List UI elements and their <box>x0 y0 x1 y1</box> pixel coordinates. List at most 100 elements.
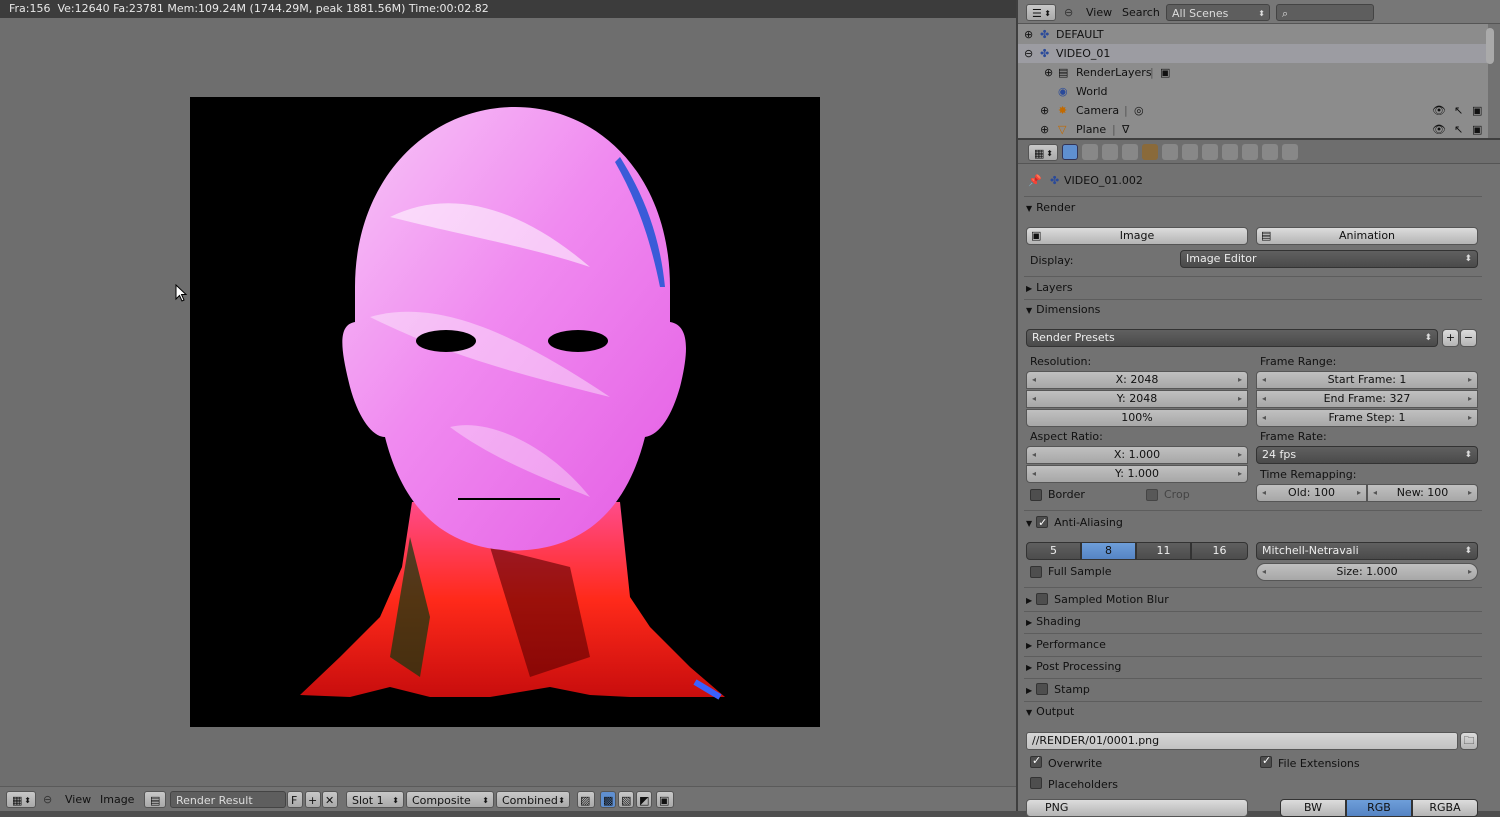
aa-samples-16[interactable]: 16 <box>1191 542 1248 560</box>
end-frame-field[interactable]: ◂ End Frame: 327 ▸ <box>1256 390 1478 408</box>
world-tab-icon[interactable] <box>1122 144 1138 160</box>
anti-aliasing-checkbox[interactable] <box>1036 514 1049 532</box>
stamp-checkbox[interactable] <box>1036 683 1049 695</box>
resolution-y-field[interactable]: ◂ Y: 2048 ▸ <box>1026 390 1248 408</box>
output-panel-header[interactable]: ▼ Output <box>1026 703 1074 721</box>
file-extensions-checkbox[interactable] <box>1260 754 1272 768</box>
aa-filter-select[interactable]: Mitchell-Netravali ⬍ <box>1256 542 1478 560</box>
start-frame-field[interactable]: ◂ Start Frame: 1 ▸ <box>1256 371 1478 389</box>
texture-tab-icon[interactable] <box>1242 144 1258 160</box>
aa-filter-size-field[interactable]: ◂ Size: 1.000 ▸ <box>1256 563 1478 581</box>
resolution-percentage-slider[interactable]: 100% <box>1026 409 1248 427</box>
scene-tab-icon[interactable] <box>1102 144 1118 160</box>
scene-filter-select[interactable]: All Scenes ⬍ <box>1166 4 1270 21</box>
aa-samples-5[interactable]: 5 <box>1026 542 1081 560</box>
pin-icon[interactable]: 📌 <box>1028 174 1042 188</box>
color-mode-bw[interactable]: BW <box>1280 799 1346 817</box>
render-tab-icon[interactable] <box>1062 144 1078 160</box>
image-name-field[interactable]: Render Result <box>170 791 286 808</box>
render-animation-button[interactable]: ▤ Animation <box>1256 227 1478 245</box>
collapse-icon[interactable]: ⊖ <box>1024 44 1033 63</box>
dimensions-panel-header[interactable]: ▼ Dimensions <box>1026 301 1100 319</box>
modifiers-wrench-icon[interactable] <box>1182 144 1198 160</box>
outliner-search-input[interactable]: ⌕ <box>1276 4 1374 21</box>
add-preset-icon[interactable]: + <box>1442 329 1459 347</box>
image-browse-button[interactable]: ▤ <box>144 791 166 808</box>
remove-preset-icon[interactable]: − <box>1460 329 1477 347</box>
visibility-eye-icon[interactable]: 👁 <box>1432 120 1446 139</box>
material-tab-icon[interactable] <box>1222 144 1238 160</box>
composite-select[interactable]: Composite ⬍ <box>406 791 494 808</box>
collapse-menu-icon[interactable]: ⊖ <box>43 791 52 808</box>
outliner-editor-type-button[interactable]: ☰ ⬍ <box>1026 4 1056 21</box>
image-viewport[interactable] <box>0 18 1016 786</box>
checker-display-icon[interactable]: ▩ <box>600 791 616 808</box>
select-cursor-icon[interactable]: ↖ <box>1454 101 1463 120</box>
render-panel-header[interactable]: ▼ Render <box>1026 199 1075 217</box>
shading-panel-header[interactable]: ▶ Shading <box>1026 613 1081 631</box>
object-tab-icon[interactable] <box>1142 144 1158 160</box>
performance-panel-header[interactable]: ▶ Performance <box>1026 636 1106 654</box>
outliner-row-renderlayers[interactable]: ⊕ ▤ RenderLayers | ▣ <box>1018 63 1488 82</box>
aa-samples-8[interactable]: 8 <box>1081 542 1136 560</box>
visibility-eye-icon[interactable]: 👁 <box>1432 101 1446 120</box>
outliner-row-default[interactable]: ⊕ ✤ DEFAULT <box>1018 25 1488 44</box>
frame-rate-select[interactable]: 24 fps ⬍ <box>1256 446 1478 464</box>
slot-select[interactable]: Slot 1 ⬍ <box>346 791 404 808</box>
render-layers-tab-icon[interactable] <box>1082 144 1098 160</box>
render-presets-select[interactable]: Render Presets ⬍ <box>1026 329 1438 347</box>
outliner-scrollbar[interactable] <box>1486 28 1494 64</box>
new-image-icon[interactable]: + <box>305 791 321 808</box>
particles-tab-icon[interactable] <box>1262 144 1278 160</box>
post-processing-panel-header[interactable]: ▶ Post Processing <box>1026 658 1121 676</box>
properties-editor-type-button[interactable]: ▦ ⬍ <box>1028 144 1058 161</box>
z-buffer-icon[interactable]: ◩ <box>636 791 652 808</box>
expand-icon[interactable]: ⊕ <box>1044 63 1053 82</box>
color-mode-rgb[interactable]: RGB <box>1346 799 1412 817</box>
menu-image[interactable]: Image <box>100 791 134 808</box>
pin-image-icon[interactable]: ▣ <box>656 791 674 808</box>
fake-user-button[interactable]: F <box>287 791 303 808</box>
motion-blur-checkbox[interactable] <box>1036 593 1049 605</box>
expand-icon[interactable]: ⊕ <box>1040 101 1049 120</box>
render-image-button[interactable]: ▣ Image <box>1026 227 1248 245</box>
unlink-image-icon[interactable]: ✕ <box>322 791 338 808</box>
menu-view[interactable]: View <box>65 791 91 808</box>
outliner-menu-view[interactable]: View <box>1086 4 1112 21</box>
render-camera-icon[interactable]: ▣ <box>1472 120 1482 139</box>
aa-samples-11[interactable]: 11 <box>1136 542 1191 560</box>
frame-step-field[interactable]: ◂ Frame Step: 1 ▸ <box>1256 409 1478 427</box>
draw-channels-icon[interactable]: ▨ <box>577 791 595 808</box>
constraints-tab-icon[interactable] <box>1162 144 1178 160</box>
output-path-field[interactable]: //RENDER/01/0001.png <box>1026 732 1458 750</box>
anti-aliasing-panel-header[interactable]: ▼ Anti-Aliasing <box>1026 514 1123 532</box>
border-checkbox[interactable] <box>1030 489 1042 501</box>
resolution-x-field[interactable]: ◂ X: 2048 ▸ <box>1026 371 1248 389</box>
outliner-row-video01[interactable]: ⊖ ✤ VIDEO_01 <box>1018 44 1488 63</box>
crop-checkbox[interactable] <box>1146 489 1158 501</box>
physics-tab-icon[interactable] <box>1282 144 1298 160</box>
color-mode-rgba[interactable]: RGBA <box>1412 799 1478 817</box>
time-remap-old-field[interactable]: ◂ Old: 100 ▸ <box>1256 484 1367 502</box>
aspect-x-field[interactable]: ◂ X: 1.000 ▸ <box>1026 446 1248 464</box>
overwrite-checkbox[interactable] <box>1030 754 1042 768</box>
time-remap-new-field[interactable]: ◂ New: 100 ▸ <box>1367 484 1478 502</box>
pass-select[interactable]: Combined ⬍ <box>496 791 570 808</box>
folder-browse-icon[interactable]: 🗀 <box>1460 732 1478 750</box>
alpha-display-icon[interactable]: ▧ <box>618 791 634 808</box>
outliner-row-world[interactable]: ◉ World <box>1018 82 1488 101</box>
outliner-menu-search[interactable]: Search <box>1122 4 1160 21</box>
motion-blur-panel-header[interactable]: ▶ Sampled Motion Blur <box>1026 591 1169 609</box>
stamp-panel-header[interactable]: ▶ Stamp <box>1026 681 1090 699</box>
file-format-select[interactable]: PNG <box>1026 799 1248 817</box>
display-select[interactable]: Image Editor ⬍ <box>1180 250 1478 268</box>
render-camera-icon[interactable]: ▣ <box>1472 101 1482 120</box>
expand-icon[interactable]: ⊕ <box>1040 120 1049 139</box>
collapse-menu-icon[interactable]: ⊖ <box>1064 4 1073 21</box>
editor-type-button[interactable]: ▦ ⬍ <box>6 791 36 808</box>
placeholders-checkbox[interactable] <box>1030 777 1042 789</box>
select-cursor-icon[interactable]: ↖ <box>1454 120 1463 139</box>
outliner-row-plane[interactable]: ⊕ ▽ Plane | ∇ 👁 ↖ ▣ <box>1018 120 1488 139</box>
expand-icon[interactable]: ⊕ <box>1024 25 1033 44</box>
outliner-row-camera[interactable]: ⊕ ✸ Camera | ◎ 👁 ↖ ▣ <box>1018 101 1488 120</box>
